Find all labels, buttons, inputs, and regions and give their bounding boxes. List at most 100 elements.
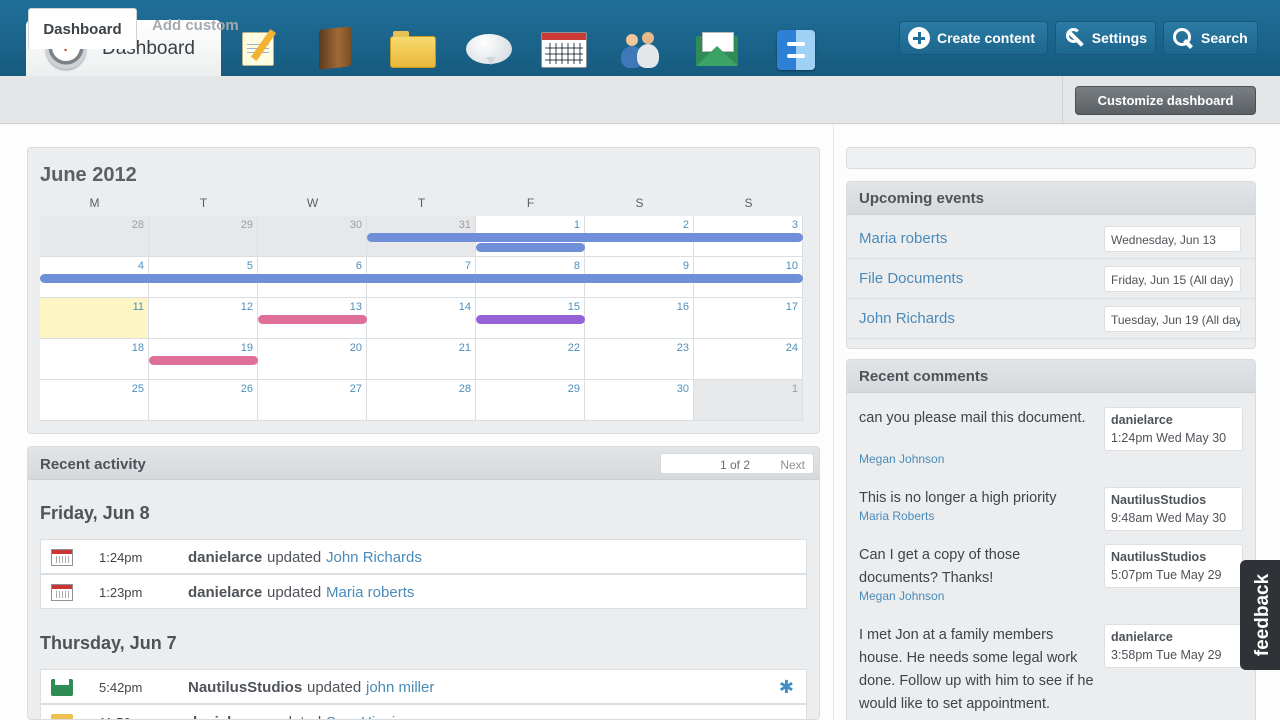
finder-icon[interactable] (773, 26, 817, 70)
page-indicator: 1 of 2 (720, 458, 751, 472)
day-number: 29 (240, 219, 253, 231)
calendar-grid: 28 29 30 31 1 2 3 4 5 6 7 8 9 10 11 12 13 14 15 16 17 18 19 20 2… (40, 216, 807, 422)
top-toolbar: Dashboard Create content Settings Search (0, 0, 1280, 77)
day-number: 28 (131, 219, 144, 231)
calendar-event-bar[interactable] (258, 315, 367, 324)
day-number: 28 (458, 383, 471, 395)
day-cell[interactable]: 17 (694, 298, 803, 339)
customize-dashboard-button[interactable]: Customize dashboard (1075, 86, 1256, 115)
activity-target-link[interactable]: John Richards (326, 549, 422, 566)
day-cell[interactable]: 29 (149, 216, 258, 257)
day-number: 22 (567, 342, 580, 354)
upcoming-event-row: John Richards Tuesday, Jun 19 (All day) (847, 299, 1255, 339)
book-icon[interactable] (313, 26, 357, 70)
divider (1062, 76, 1063, 124)
day-cell-today[interactable]: 11 (40, 298, 149, 339)
day-cell[interactable]: 22 (476, 339, 585, 380)
day-number: 19 (240, 342, 253, 354)
upcoming-event-link[interactable]: Maria roberts (859, 230, 947, 247)
day-cell[interactable]: 29 (476, 380, 585, 421)
day-number: 5 (246, 260, 253, 272)
upcoming-event-row: Maria roberts Wednesday, Jun 13 (847, 219, 1255, 259)
plus-icon (908, 27, 930, 49)
day-cell[interactable]: 1 (694, 380, 803, 421)
day-number: 15 (567, 301, 580, 313)
day-number: 18 (131, 342, 144, 354)
day-number: 13 (349, 301, 362, 313)
next-page-link[interactable]: Next (780, 458, 805, 472)
activity-row[interactable]: 5:42pm NautilusStudios updated john miller ✱ (40, 669, 807, 704)
mail-icon (51, 677, 73, 696)
chat-bubble-icon[interactable] (466, 26, 512, 70)
day-cell[interactable]: 28 (40, 216, 149, 257)
day-number: 21 (458, 342, 471, 354)
day-cell[interactable]: 26 (149, 380, 258, 421)
activity-row[interactable]: 1:24pm danielarce updated John Richards (40, 539, 807, 574)
day-number: 12 (240, 301, 253, 313)
tab-dashboard[interactable]: Dashboard (28, 8, 137, 49)
notes-icon[interactable] (238, 26, 282, 70)
calendar-icon[interactable] (541, 26, 587, 70)
calendar-event-bar[interactable] (40, 274, 803, 283)
folder-icon[interactable] (390, 26, 436, 70)
activity-row[interactable]: 11:56am danielarce updated Sam Higgins (40, 704, 807, 719)
day-cell[interactable]: 23 (585, 339, 694, 380)
comment-user: NautilusStudios (1111, 550, 1207, 564)
day-cell[interactable]: 24 (694, 339, 803, 380)
settings-button[interactable]: Settings (1055, 21, 1156, 55)
weekday-label: W (306, 196, 319, 210)
comment-meta: danielarce 3:58pm Tue May 29 (1104, 624, 1243, 668)
calendar-event-bar[interactable] (149, 356, 258, 365)
people-icon[interactable] (617, 26, 661, 70)
comment-timestamp: 3:58pm Tue May 29 (1111, 648, 1222, 662)
day-number: 9 (682, 260, 689, 272)
day-cell[interactable]: 21 (367, 339, 476, 380)
day-number: 11 (132, 301, 144, 313)
recent-activity-panel: Recent activity 1 of 2 Next Friday, Jun … (27, 446, 820, 720)
calendar-event-bar[interactable] (476, 315, 585, 324)
day-cell[interactable]: 27 (258, 380, 367, 421)
activity-time: 1:23pm (99, 585, 143, 600)
day-number: 10 (785, 260, 798, 272)
recent-activity-header: Recent activity 1 of 2 Next (28, 447, 819, 480)
day-cell[interactable]: 30 (258, 216, 367, 257)
day-number: 20 (349, 342, 362, 354)
calendar-event-bar[interactable] (476, 243, 585, 252)
day-cell[interactable]: 18 (40, 339, 149, 380)
upcoming-event-link[interactable]: File Documents (859, 270, 963, 287)
activity-actor: NautilusStudios (188, 679, 303, 696)
star-icon[interactable]: ✱ (779, 677, 794, 698)
search-button[interactable]: Search (1163, 21, 1258, 55)
day-cell[interactable]: 30 (585, 380, 694, 421)
tab-add-custom[interactable]: Add custom (152, 17, 239, 34)
weekday-label: T (417, 196, 426, 210)
day-number: 31 (458, 219, 471, 231)
activity-target-link[interactable]: Maria roberts (326, 584, 414, 601)
day-cell[interactable]: 20 (258, 339, 367, 380)
weekday-label: F (526, 196, 535, 210)
calendar-event-bar[interactable] (367, 233, 803, 242)
comment-author-link[interactable]: Maria Roberts (859, 509, 934, 523)
day-number: 1 (573, 219, 580, 231)
comment-timestamp: 5:07pm Tue May 29 (1111, 568, 1222, 582)
day-number: 17 (785, 301, 798, 313)
activity-row[interactable]: 1:23pm danielarce updated Maria roberts (40, 574, 807, 609)
day-cell[interactable]: 12 (149, 298, 258, 339)
comment-author-link[interactable]: Megan Johnson (859, 589, 944, 603)
pager: 1 of 2 Next (660, 453, 814, 474)
day-cell[interactable]: 16 (585, 298, 694, 339)
recent-activity-title: Recent activity (40, 456, 146, 473)
activity-target-link[interactable]: Sam Higgins (326, 714, 411, 719)
upcoming-event-link[interactable]: John Richards (859, 310, 955, 327)
day-number: 26 (240, 383, 253, 395)
feedback-tab[interactable]: feedback (1240, 560, 1280, 670)
day-cell[interactable]: 25 (40, 380, 149, 421)
activity-target-link[interactable]: john miller (366, 679, 434, 696)
day-cell[interactable]: 14 (367, 298, 476, 339)
activity-actor: danielarce (188, 584, 263, 601)
comment-author-link[interactable]: Megan Johnson (859, 452, 944, 466)
activity-verb: updated (307, 679, 362, 696)
create-content-button[interactable]: Create content (899, 21, 1048, 55)
mail-icon[interactable] (694, 26, 738, 70)
day-cell[interactable]: 28 (367, 380, 476, 421)
